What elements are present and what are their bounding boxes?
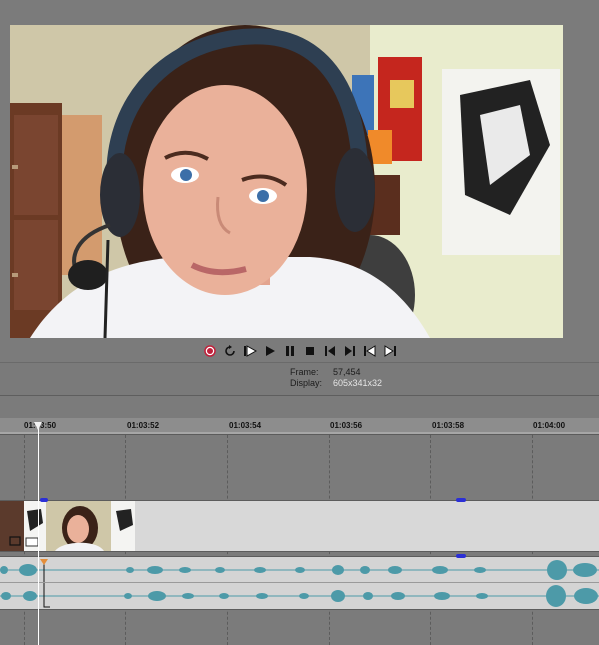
display-label: Display: xyxy=(290,378,323,388)
go-to-end-button[interactable] xyxy=(342,343,358,359)
next-frame-button[interactable] xyxy=(382,343,398,359)
play-icon xyxy=(265,346,275,356)
playhead-line[interactable] xyxy=(38,422,39,645)
frame-value: 57,454 xyxy=(333,367,361,377)
ruler-label: 01:03:52 xyxy=(127,421,160,430)
play-from-start-button[interactable] xyxy=(242,343,258,359)
next-frame-icon xyxy=(384,345,396,357)
go-to-start-button[interactable] xyxy=(322,343,338,359)
stop-button[interactable] xyxy=(302,343,318,359)
go-to-end-icon xyxy=(344,346,355,356)
transport-controls xyxy=(0,340,599,362)
loop-icon xyxy=(224,345,235,356)
audio-track[interactable] xyxy=(0,556,599,610)
pause-button[interactable] xyxy=(282,343,298,359)
display-value: 605x341x32 xyxy=(333,378,383,388)
loop-button[interactable] xyxy=(222,343,238,359)
audio-channel-divider xyxy=(0,582,599,583)
playhead-handle[interactable] xyxy=(34,422,42,430)
ruler-label: 01:03:56 xyxy=(330,421,363,430)
video-track[interactable] xyxy=(0,500,599,552)
go-to-start-icon xyxy=(324,346,335,356)
play-button[interactable] xyxy=(262,343,278,359)
frame-label: Frame: xyxy=(290,367,319,377)
audio-marker[interactable] xyxy=(456,554,466,558)
ruler-label: 01:03:58 xyxy=(432,421,465,430)
video-preview-frame xyxy=(10,25,563,338)
record-icon xyxy=(203,345,216,357)
video-event-thumbnails[interactable] xyxy=(0,501,599,551)
preview-info-bar: Frame: Display: 57,454 605x341x32 xyxy=(0,362,599,396)
timeline[interactable]: 01:03:50 01:03:52 01:03:54 01:03:56 01:0… xyxy=(0,396,599,645)
info-labels: Frame: Display: xyxy=(290,367,322,389)
stop-icon xyxy=(305,347,314,355)
preview-window xyxy=(0,0,599,340)
pause-icon xyxy=(285,346,294,356)
ruler-strip xyxy=(0,432,599,434)
audio-waveform xyxy=(0,559,599,608)
video-marker[interactable] xyxy=(456,498,466,502)
previous-frame-icon xyxy=(363,345,375,357)
record-button[interactable] xyxy=(202,343,218,359)
previous-frame-button[interactable] xyxy=(362,343,378,359)
info-values: 57,454 605x341x32 xyxy=(333,367,382,389)
webcam-image xyxy=(10,25,563,338)
event-marker[interactable] xyxy=(40,498,48,502)
ruler-label: 01:04:00 xyxy=(533,421,566,430)
ruler-label: 01:03:54 xyxy=(229,421,262,430)
play-from-start-icon xyxy=(243,345,257,357)
